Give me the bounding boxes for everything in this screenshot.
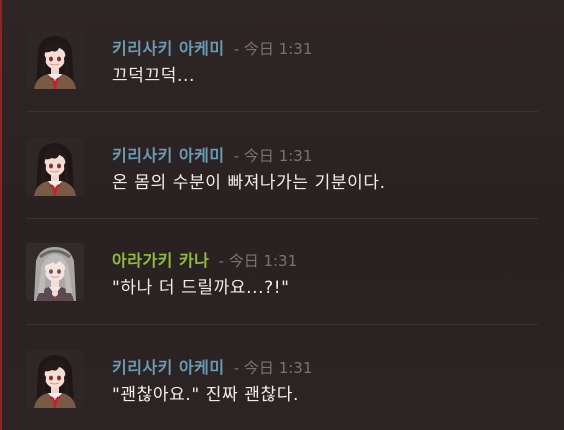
meta-separator: - — [233, 147, 240, 165]
message-text: 온 몸의 수분이 빠져나가는 기분이다. — [112, 173, 386, 193]
timestamp: 今日 1:31 — [243, 40, 313, 58]
akemi-avatar-icon[interactable] — [26, 31, 84, 89]
channel-accent-bar — [0, 0, 2, 430]
message-text: 끄덕끄덕... — [112, 66, 195, 86]
author-name[interactable]: 키리사키 아케미 — [112, 39, 225, 58]
message-meta: - 今日 1:31 — [234, 359, 313, 377]
message-text: "괜찮아요." 진짜 괜찮다. — [112, 385, 300, 405]
message-divider — [26, 218, 538, 219]
message-header: 키리사키 아케미 - 今日 1:31 — [112, 142, 312, 166]
meta-separator: - — [218, 252, 224, 270]
chat-message: 키리사키 아케미 - 今日 1:31 "괜찮아요." 진짜 괜찮다. — [26, 350, 546, 424]
author-name[interactable]: 아라가키 카나 — [112, 251, 209, 270]
akemi-avatar-icon[interactable] — [26, 138, 84, 196]
author-name[interactable]: 키리사키 아케미 — [112, 358, 225, 377]
message-header: 아라가키 카나 - 今日 1:31 — [112, 247, 297, 271]
chat-message: 키리사키 아케미 - 今日 1:31 끄덕끄덕... — [26, 31, 546, 105]
message-divider — [26, 111, 538, 112]
timestamp: 今日 1:31 — [243, 147, 313, 165]
message-text: "하나 더 드릴까요...?!" — [112, 278, 290, 298]
timestamp: 今日 1:31 — [228, 252, 298, 270]
message-header: 키리사키 아케미 - 今日 1:31 — [112, 354, 312, 378]
chat-message: 키리사키 아케미 - 今日 1:31 온 몸의 수분이 빠져나가는 기분이다. — [26, 138, 546, 212]
message-meta: - 今日 1:31 — [234, 147, 313, 165]
message-meta: - 今日 1:31 — [218, 252, 297, 270]
message-meta: - 今日 1:31 — [234, 40, 313, 58]
meta-separator: - — [233, 359, 240, 377]
chat-log: 키리사키 아케미 - 今日 1:31 끄덕끄덕... 키리사키 아케미 - 今日… — [0, 0, 564, 430]
message-header: 키리사키 아케미 - 今日 1:31 — [112, 35, 312, 59]
akemi-avatar-icon[interactable] — [26, 350, 84, 408]
meta-separator: - — [233, 40, 240, 58]
author-name[interactable]: 키리사키 아케미 — [112, 146, 225, 165]
chat-message: 아라가키 카나 - 今日 1:31 "하나 더 드릴까요...?!" — [26, 243, 546, 317]
timestamp: 今日 1:31 — [243, 359, 313, 377]
message-divider — [26, 324, 538, 325]
kana-avatar-icon[interactable] — [26, 243, 84, 301]
